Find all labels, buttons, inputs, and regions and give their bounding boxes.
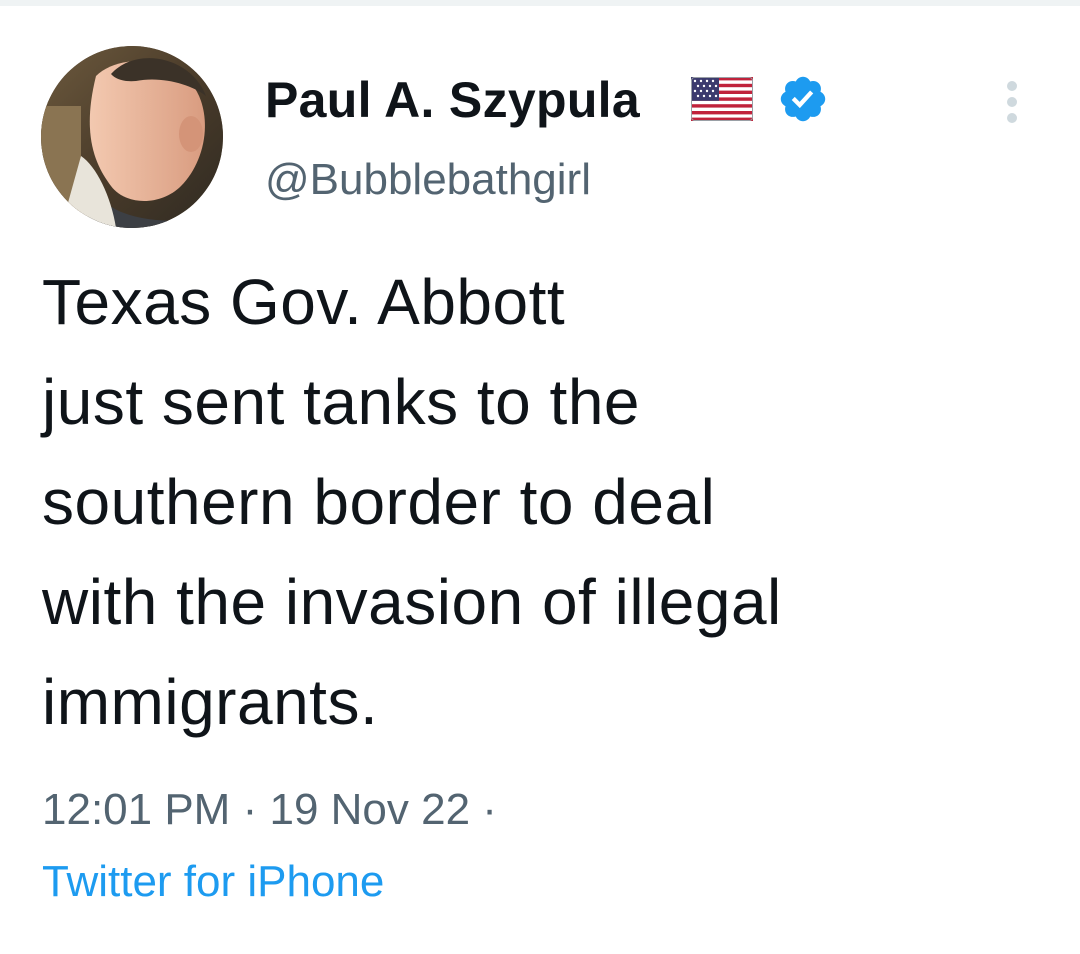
tweet-timestamp[interactable]: 12:01 PM · 19 Nov 22 · <box>42 785 497 835</box>
display-name[interactable]: Paul A. Szypula <box>265 72 640 128</box>
verified-badge-icon <box>780 76 826 122</box>
us-flag-icon <box>691 77 753 121</box>
tweet-time: 12:01 PM <box>42 785 231 834</box>
top-divider <box>0 0 1080 6</box>
avatar[interactable] <box>41 46 223 228</box>
more-options-icon[interactable] <box>996 78 1028 126</box>
tweet-text: Texas Gov. Abbott just sent tanks to the… <box>42 266 782 738</box>
user-handle[interactable]: @Bubblebathgirl <box>265 155 591 205</box>
tweet-date: 19 Nov 22 <box>269 785 471 834</box>
meta-separator: · <box>482 785 497 834</box>
tweet-source-link[interactable]: Twitter for iPhone <box>42 857 384 907</box>
meta-separator: · <box>242 785 258 834</box>
